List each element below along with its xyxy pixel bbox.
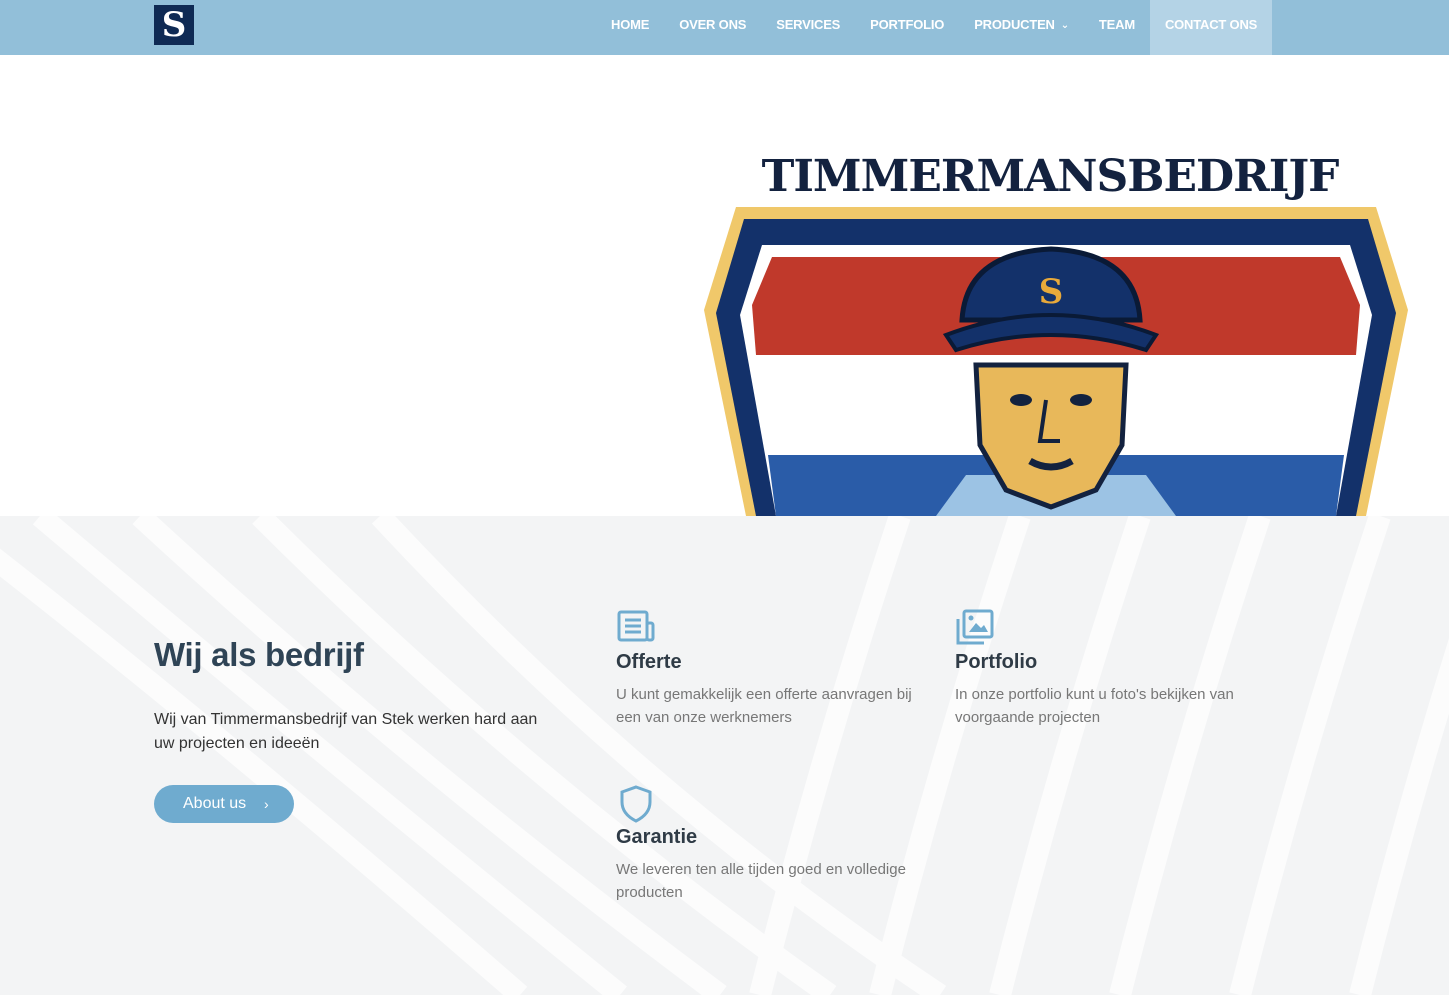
nav-over-ons[interactable]: OVER ONS (664, 0, 761, 55)
feature-text: We leveren ten alle tijden goed en volle… (616, 861, 906, 901)
nav-producten[interactable]: PRODUCTEN ⌄ (959, 0, 1084, 55)
nav-portfolio[interactable]: PORTFOLIO (855, 0, 959, 55)
nav-producten-label: PRODUCTEN (974, 17, 1055, 32)
nav-services[interactable]: SERVICES (761, 0, 855, 55)
chevron-down-icon: ⌄ (1060, 20, 1069, 31)
shield-icon (620, 785, 652, 823)
nav-contact-ons-label: CONTACT ONS (1164, 17, 1258, 32)
feature-text: U kunt gemakkelijk een offerte aanvragen… (616, 686, 912, 726)
images-icon (956, 609, 994, 645)
feature-title: Portfolio (955, 651, 1038, 673)
nav-home-label: HOME (611, 17, 650, 32)
site-logo[interactable]: S (154, 5, 194, 45)
nav-home[interactable]: HOME (596, 0, 664, 55)
about-us-button[interactable]: About us › (154, 785, 294, 823)
feature-title: Offerte (616, 651, 682, 673)
newspaper-icon (617, 610, 655, 642)
main-nav: HOME OVER ONS SERVICES PORTFOLIO PRODUCT… (596, 0, 1273, 55)
feature-text: In onze portfolio kunt u foto's bekijken… (955, 686, 1234, 726)
nav-team[interactable]: TEAM (1084, 0, 1150, 55)
site-header: S HOME OVER ONS SERVICES PORTFOLIO PRODU… (0, 0, 1449, 55)
cap-letter: S (1039, 272, 1064, 312)
about-section: Wij als bedrijf Wij van Timmermansbedrij… (0, 516, 1449, 995)
about-us-label: About us (183, 795, 247, 812)
section-title: Wij als bedrijf (154, 636, 364, 673)
nav-team-label: TEAM (1098, 17, 1135, 32)
nav-contact-ons[interactable]: CONTACT ONS (1149, 0, 1273, 55)
nav-portfolio-label: PORTFOLIO (870, 17, 945, 32)
nav-over-ons-label: OVER ONS (679, 17, 747, 32)
chevron-right-icon: › (264, 796, 269, 812)
logo-text: TIMMERMANSBEDRIJF (762, 151, 1340, 202)
person-right-eye (1070, 394, 1092, 406)
feature-title: Garantie (616, 826, 698, 848)
hero-section: TIMMERMANSBEDRIJF S (0, 55, 1449, 516)
person-left-eye (1010, 394, 1032, 406)
nav-services-label: SERVICES (776, 17, 841, 32)
section-intro-text: Wij van Timmermansbedrijf van Stek werke… (154, 711, 538, 752)
company-logo-image: TIMMERMANSBEDRIJF S (704, 151, 1408, 516)
